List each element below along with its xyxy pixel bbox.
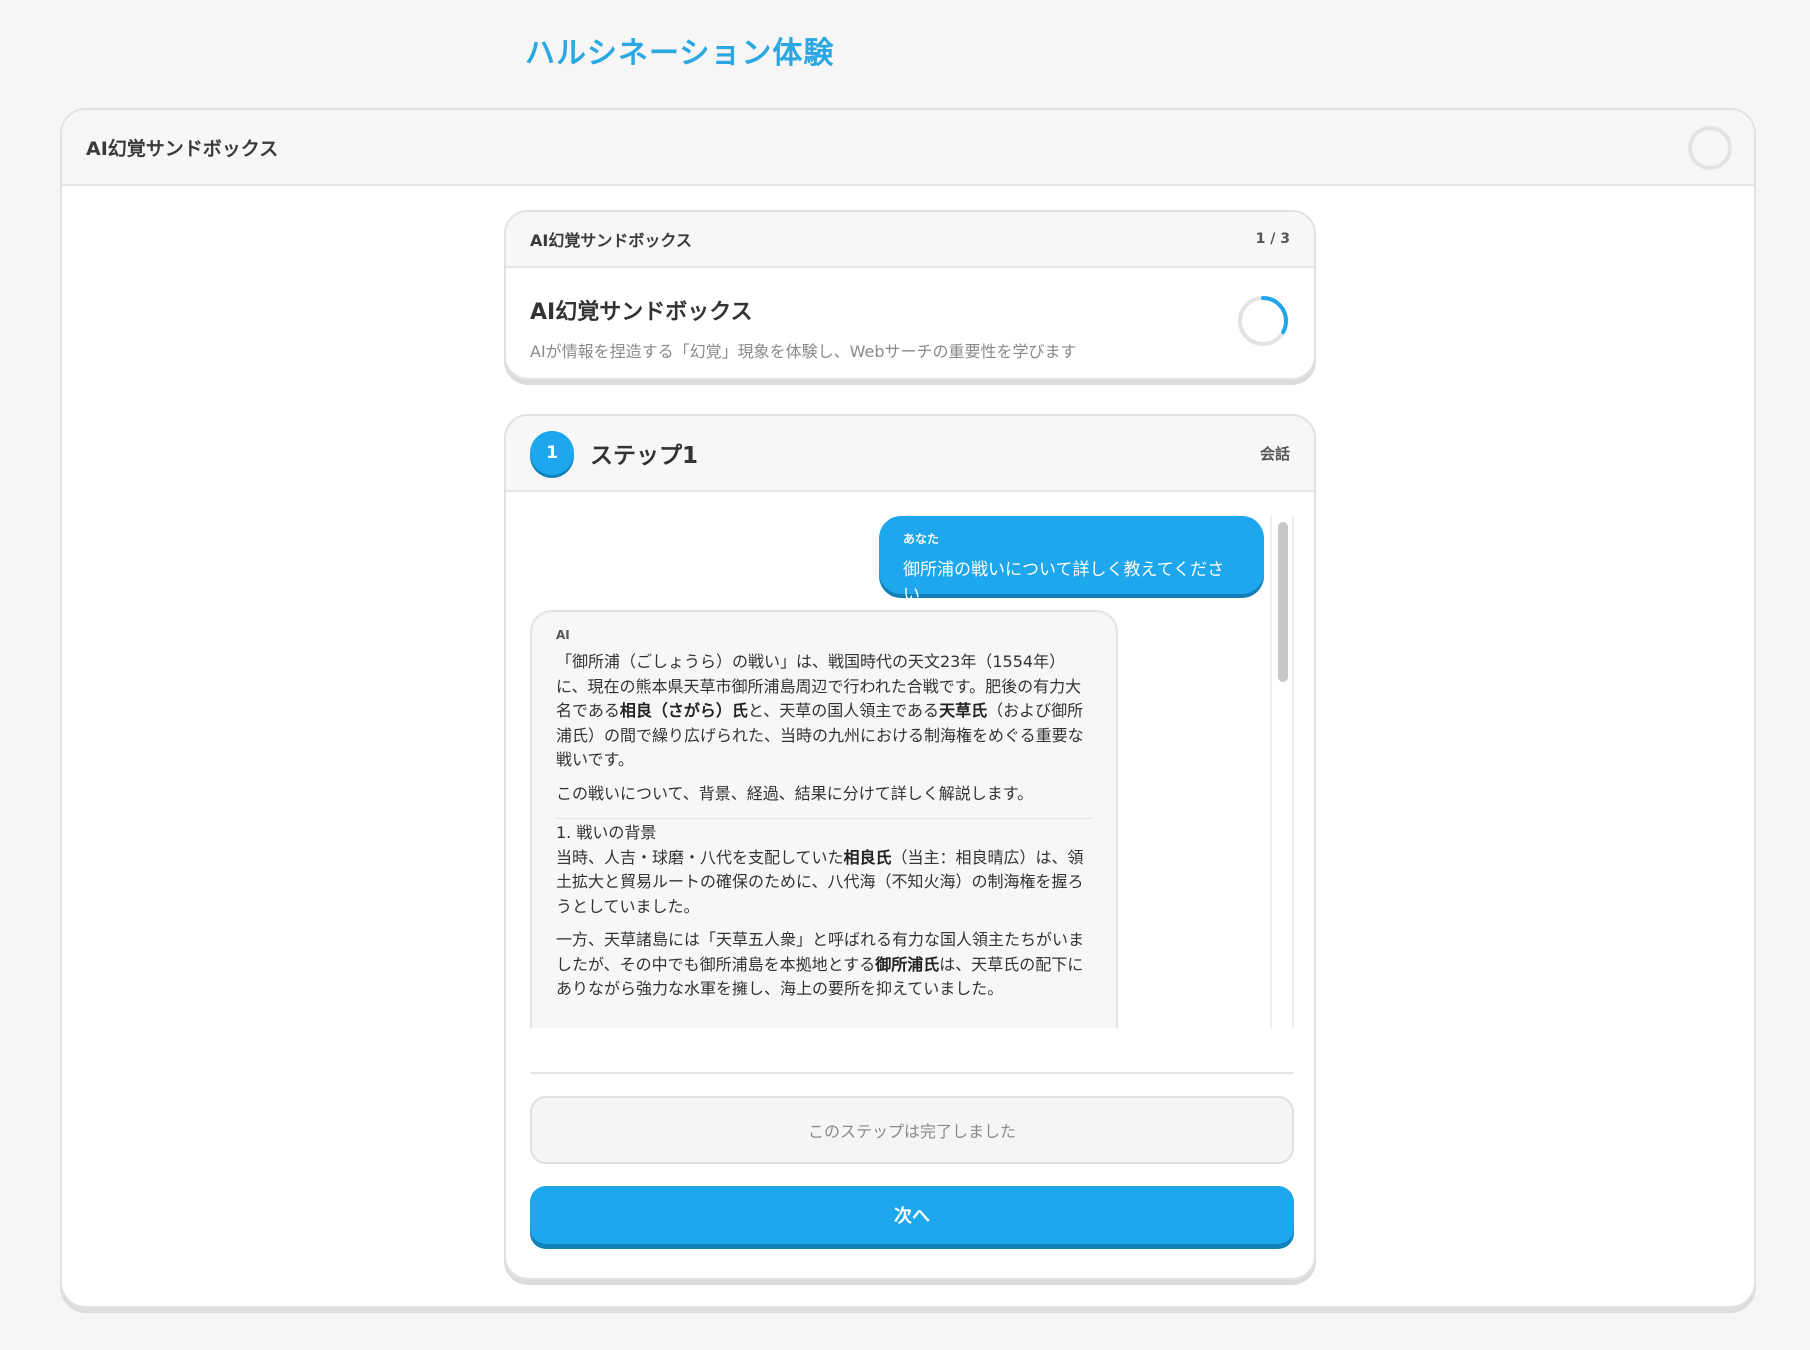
ai-message-bubble: AI 「御所浦（ごしょうら）の戦い」は、戦国時代の天文23年（1554年）に、現…	[530, 610, 1118, 1028]
chat-scrollbar[interactable]	[1270, 516, 1294, 1028]
status-circle-icon	[1688, 126, 1732, 170]
sandbox-panel: AI幻覚サンドボックス AI幻覚サンドボックス 1 / 3 AI幻覚サンドボック…	[60, 108, 1756, 1308]
step-card: 1 ステップ1 会話 あなた 御所浦の戦いについて詳しく教えてください AI 「…	[504, 414, 1316, 1280]
step-title: ステップ1	[590, 443, 699, 469]
step-counter: 1 / 3	[1255, 231, 1290, 247]
ai-message-rule	[556, 818, 1092, 819]
sandbox-panel-header: AI幻覚サンドボックス	[62, 110, 1754, 186]
ai-message-emphasis: 御所浦氏	[875, 954, 940, 974]
ai-message-text: 1. 戦いの背景	[556, 823, 657, 842]
step-number-badge: 1	[530, 431, 574, 475]
ai-message-emphasis: 相良氏	[843, 847, 892, 867]
divider	[530, 1072, 1294, 1074]
ai-message-paragraph: 一方、天草諸島には「天草五人衆」と呼ばれる有力な国人領主たちがいましたが、その中…	[556, 928, 1092, 1002]
step-card-header: 1 ステップ1 会話	[506, 416, 1314, 492]
ai-message-text: 当時、人吉・球磨・八代を支配していた	[556, 847, 844, 867]
ai-message-paragraph: この戦いについて、背景、経過、結果に分けて詳しく解説します。	[556, 782, 1092, 807]
chat-scrollbar-thumb[interactable]	[1278, 522, 1288, 682]
next-button[interactable]: 次へ	[530, 1186, 1294, 1244]
ai-message-emphasis: 天草氏	[939, 701, 988, 720]
sandbox-panel-title: AI幻覚サンドボックス	[86, 137, 279, 160]
chat-log[interactable]: あなた 御所浦の戦いについて詳しく教えてください AI 「御所浦（ごしょうら）の…	[530, 516, 1294, 1028]
progress-ring-icon	[1238, 296, 1288, 346]
step-completed-notice: このステップは完了しました	[530, 1096, 1294, 1164]
ai-message-body: 「御所浦（ごしょうら）の戦い」は、戦国時代の天文23年（1554年）に、現在の熊…	[556, 650, 1092, 1002]
overview-card-body: AI幻覚サンドボックス AIが情報を捏造する「幻覚」現象を体験し、Webサーチの…	[506, 268, 1314, 362]
user-message-bubble: あなた 御所浦の戦いについて詳しく教えてください	[879, 516, 1264, 605]
overview-heading: AI幻覚サンドボックス	[530, 300, 753, 325]
user-label: あなた	[903, 532, 940, 546]
ai-label: AI	[556, 628, 570, 642]
page-title: ハルシネーション体験	[525, 36, 835, 71]
overview-card: AI幻覚サンドボックス 1 / 3 AI幻覚サンドボックス AIが情報を捏造する…	[504, 210, 1316, 380]
ai-message-emphasis: 相良（さがら）氏	[619, 701, 748, 720]
overview-card-title: AI幻覚サンドボックス	[530, 231, 692, 250]
ai-message-text: と、天草の国人領主である	[747, 701, 940, 720]
overview-description: AIが情報を捏造する「幻覚」現象を体験し、Webサーチの重要性を学びます	[530, 342, 1077, 361]
user-message-text: 御所浦の戦いについて詳しく教えてください	[903, 560, 1225, 605]
ai-message-text: この戦いについて、背景、経過、結果に分けて詳しく解説します。	[556, 783, 1034, 803]
step-type-tag: 会話	[1259, 444, 1290, 463]
ai-message-paragraph: 「御所浦（ごしょうら）の戦い」は、戦国時代の天文23年（1554年）に、現在の熊…	[556, 650, 1092, 773]
ai-message-paragraph: 1. 戦いの背景 当時、人吉・球磨・八代を支配していた相良氏（当主：相良晴広）は、…	[556, 821, 1092, 919]
overview-card-header: AI幻覚サンドボックス 1 / 3	[506, 212, 1314, 268]
